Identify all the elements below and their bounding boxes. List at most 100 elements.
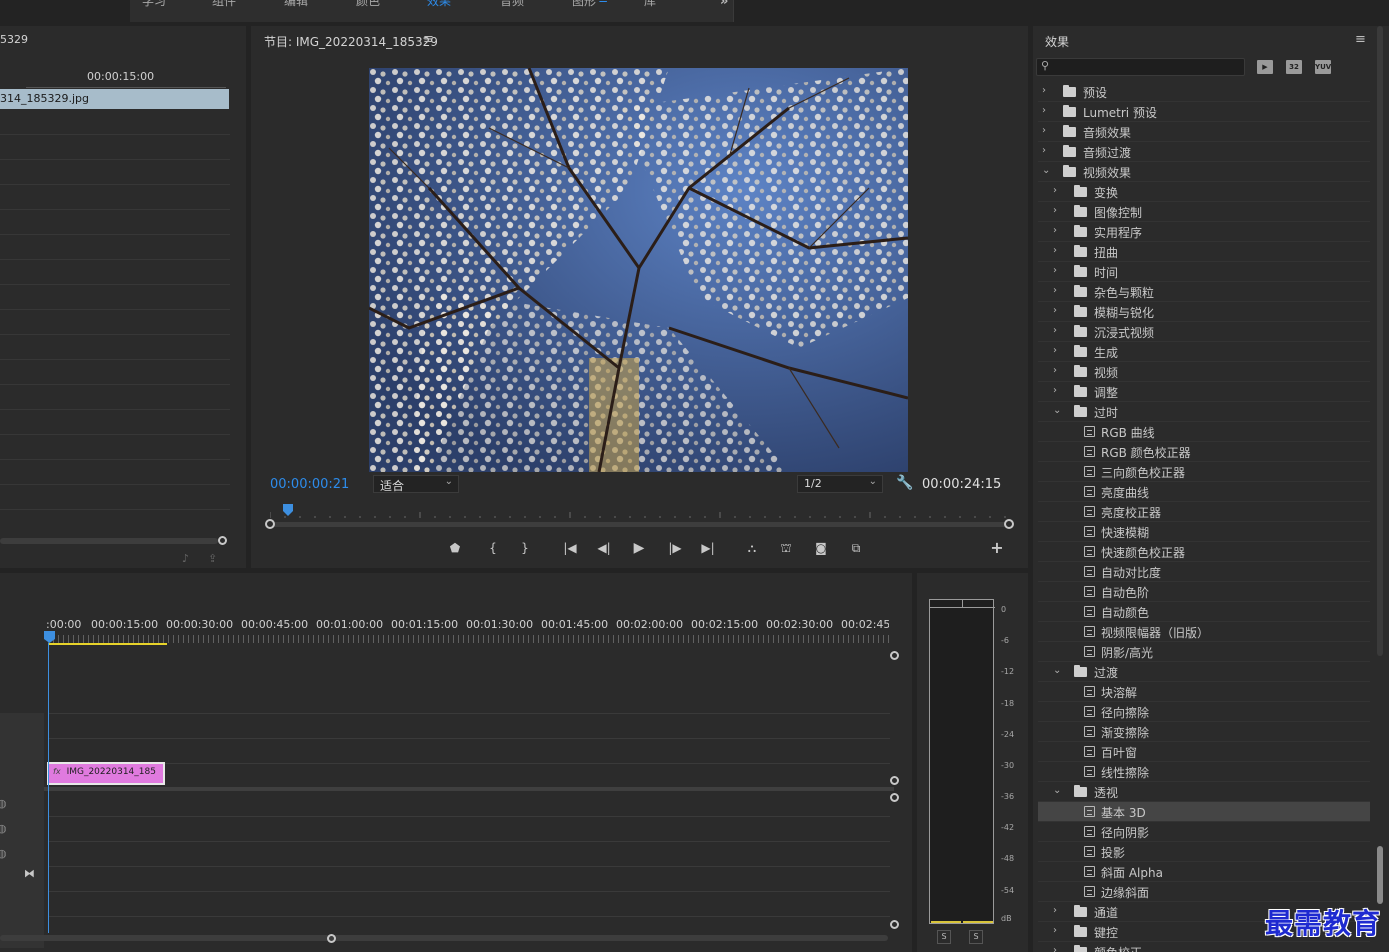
effects-item[interactable]: › 实用程序	[1038, 222, 1370, 242]
effects-item[interactable]: 百叶窗	[1038, 742, 1370, 762]
tab-graphics[interactable]: 图形	[572, 0, 596, 9]
master-track-icon[interactable]: ⧓	[24, 867, 35, 880]
timeline-ruler-ticks[interactable]	[48, 635, 890, 643]
effects-search-input[interactable]: ⚲	[1036, 58, 1245, 76]
playhead-icon[interactable]	[283, 504, 293, 516]
32bit-button[interactable]: 32	[1286, 60, 1302, 74]
effects-item[interactable]: 三向颜色校正器	[1038, 462, 1370, 482]
audio-scroll-bottom[interactable]	[890, 920, 899, 929]
effects-item[interactable]: › 扭曲	[1038, 242, 1370, 262]
effects-item[interactable]: 径向擦除	[1038, 702, 1370, 722]
lift-icon[interactable]: ⛬	[740, 536, 764, 560]
go-to-in-icon[interactable]: |◀	[558, 536, 582, 560]
source-clip[interactable]: 314_185329.jpg	[0, 89, 229, 109]
chevron-right-icon[interactable]: ›	[1053, 205, 1057, 216]
chevron-right-icon[interactable]: ›	[1053, 185, 1057, 196]
chevron-right-icon[interactable]: ›	[1042, 85, 1046, 96]
chevron-down-icon[interactable]: ⌄	[1042, 165, 1050, 176]
chevron-right-icon[interactable]: ›	[1053, 905, 1057, 916]
effects-item[interactable]: ⌄ 透视	[1038, 782, 1370, 802]
audio-note-icon[interactable]: ♪	[182, 552, 189, 565]
video-preview[interactable]	[369, 68, 908, 472]
tab-assembly[interactable]: 组件	[212, 0, 236, 9]
chevron-right-icon[interactable]: ›	[1053, 285, 1057, 296]
step-forward-icon[interactable]: |▶	[663, 536, 687, 560]
current-timecode[interactable]: 00:00:00:21	[270, 477, 349, 492]
solo-left-button[interactable]: S	[937, 930, 951, 944]
effects-item[interactable]: › 生成	[1038, 342, 1370, 362]
marker-icon[interactable]: ⬟	[443, 536, 467, 560]
export-icon[interactable]: ⇪	[208, 552, 217, 565]
chevron-right-icon[interactable]: ›	[1042, 125, 1046, 136]
tab-learn[interactable]: 学习	[142, 0, 166, 9]
chevron-right-icon[interactable]: ›	[1042, 145, 1046, 156]
effects-item[interactable]: 线性擦除	[1038, 762, 1370, 782]
zoom-scrollbar[interactable]	[270, 522, 1010, 527]
effects-item[interactable]: 亮度曲线	[1038, 482, 1370, 502]
chevron-right-icon[interactable]: ›	[1042, 105, 1046, 116]
yuv-button[interactable]: YUV	[1315, 60, 1331, 74]
tab-effects[interactable]: 效果	[427, 0, 451, 9]
chevron-right-icon[interactable]: ›	[1053, 365, 1057, 376]
add-button-icon[interactable]: +	[985, 536, 1009, 560]
chevron-right-icon[interactable]: ›	[1053, 385, 1057, 396]
effects-item[interactable]: 视频限幅器（旧版）	[1038, 622, 1370, 642]
timeline-h-scroll-handle[interactable]	[327, 934, 336, 943]
chevron-right-icon[interactable]: ›	[1053, 345, 1057, 356]
effects-item[interactable]: › 颜色校正	[1038, 942, 1370, 952]
video-audio-divider[interactable]	[44, 787, 894, 791]
effects-item[interactable]: › 预设	[1038, 82, 1370, 102]
tab-audio[interactable]: 音频	[500, 0, 524, 9]
effects-item[interactable]: 渐变擦除	[1038, 722, 1370, 742]
tab-editing[interactable]: 编辑	[284, 0, 308, 9]
mic-icon[interactable]: ◍	[0, 797, 7, 810]
video-scroll-bottom[interactable]	[890, 776, 899, 785]
workspace-menu-icon[interactable]: ≡	[598, 0, 608, 6]
timeline-clip[interactable]: fx IMG_20220314_185	[47, 762, 165, 785]
extract-icon[interactable]: ⛫	[774, 536, 798, 560]
go-to-out-icon[interactable]: ▶|	[696, 536, 720, 560]
effects-item[interactable]: 径向阴影	[1038, 822, 1370, 842]
solo-right-button[interactable]: S	[969, 930, 983, 944]
effects-item[interactable]: 斜面 Alpha	[1038, 862, 1370, 882]
effects-item[interactable]: 块溶解	[1038, 682, 1370, 702]
chevron-right-icon[interactable]: ›	[1053, 305, 1057, 316]
effects-item[interactable]: › 视频	[1038, 362, 1370, 382]
panel-menu-icon[interactable]: ≡	[423, 32, 434, 47]
effects-item[interactable]: 投影	[1038, 842, 1370, 862]
chevron-right-icon[interactable]: ›	[1053, 265, 1057, 276]
effects-item[interactable]: › 调整	[1038, 382, 1370, 402]
effects-scrollbar[interactable]	[1377, 26, 1383, 904]
chevron-down-icon[interactable]: ⌄	[1053, 665, 1061, 676]
chevron-right-icon[interactable]: ›	[1053, 925, 1057, 936]
tab-color[interactable]: 颜色	[356, 0, 380, 9]
effects-item[interactable]: 基本 3D	[1038, 802, 1370, 822]
tab-libraries[interactable]: 库	[644, 0, 656, 9]
source-scroll-handle[interactable]	[218, 536, 227, 545]
effects-item[interactable]: › 音频效果	[1038, 122, 1370, 142]
effects-item[interactable]: › 杂色与颗粒	[1038, 282, 1370, 302]
chevron-right-icon[interactable]: ›	[1053, 225, 1057, 236]
timeline-playhead-icon[interactable]	[44, 631, 55, 643]
effects-item[interactable]: › 沉浸式视频	[1038, 322, 1370, 342]
panel-menu-icon[interactable]: ≡	[1355, 32, 1366, 47]
effects-item[interactable]: RGB 曲线	[1038, 422, 1370, 442]
play-icon[interactable]: ▶	[627, 536, 651, 560]
compare-icon[interactable]: ⧉	[844, 536, 868, 560]
effects-item[interactable]: 快速模糊	[1038, 522, 1370, 542]
mic-icon[interactable]: ◍	[0, 847, 7, 860]
effects-item[interactable]: RGB 颜色校正器	[1038, 442, 1370, 462]
effects-scroll-thumb[interactable]	[1377, 846, 1383, 904]
source-scrollbar[interactable]	[0, 538, 218, 544]
playback-ruler[interactable]	[270, 510, 1010, 518]
effects-item[interactable]: ⌄ 过渡	[1038, 662, 1370, 682]
effects-item[interactable]: › 音频过渡	[1038, 142, 1370, 162]
effects-item[interactable]: 边缘斜面	[1038, 882, 1370, 902]
effects-item[interactable]: 自动色阶	[1038, 582, 1370, 602]
mic-icon[interactable]: ◍	[0, 822, 7, 835]
effects-item[interactable]: ⌄ 视频效果	[1038, 162, 1370, 182]
video-scroll-top[interactable]	[890, 651, 899, 660]
timeline-h-scrollbar[interactable]	[0, 935, 888, 941]
effects-item[interactable]: 快速颜色校正器	[1038, 542, 1370, 562]
accelerated-effects-icon[interactable]: ▶	[1257, 60, 1273, 74]
